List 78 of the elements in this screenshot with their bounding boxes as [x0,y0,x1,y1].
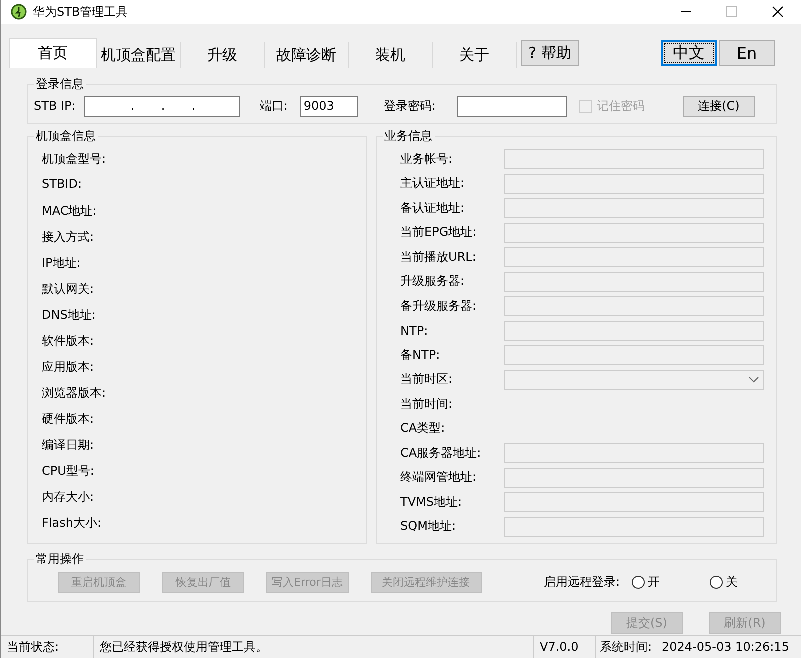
field-label: 备NTP: [400,346,442,364]
field-label: 终端网管地址: [400,469,478,486]
group-title: 机顶盒信息 [34,129,98,143]
ip-address-field[interactable]: . . . [84,96,240,116]
info-label: 机顶盒型号: [42,151,108,168]
tab[interactable]: 机顶盒配置 [97,42,181,68]
readonly-field[interactable] [504,468,764,488]
group-title: 登录信息 [34,77,86,91]
info-label: 内存大小: [42,489,96,506]
readonly-field[interactable] [504,198,764,218]
radio-label: 关 [726,574,738,591]
field-label: 备认证地址: [400,200,466,217]
status-label: 系统时间: [599,638,654,656]
info-label: CPU型号: [42,463,96,480]
status-message: 您已经获得授权使用管理工具。 [94,636,534,658]
group-title: 常用操作 [34,552,86,566]
field-label: 升级服务器: [400,273,466,290]
field-label: 主认证地址: [400,175,466,192]
field-label: TVMS地址: [400,494,464,511]
help-button[interactable]: ? 帮助 [521,40,579,66]
info-label: 编译日期: [42,437,96,454]
field-label: STB IP: [34,99,76,113]
info-label: MAC地址: [42,203,98,220]
info-label: 应用版本: [42,359,96,376]
info-label: 浏览器版本: [42,385,108,402]
tab[interactable]: 首页 [9,38,97,68]
language-button[interactable]: En [719,40,775,66]
info-label: IP地址: [42,255,82,272]
tab[interactable]: 故障诊断 [265,42,349,68]
field-label: 当前EPG地址: [400,224,478,242]
info-label: 默认网关: [42,281,96,298]
radio-button[interactable] [710,576,723,589]
readonly-field[interactable] [504,272,764,292]
field-label: CA服务器地址: [400,444,482,462]
info-label: Flash大小: [42,515,102,532]
field-label: 启用远程登录: [544,574,620,591]
readonly-field[interactable] [504,149,764,170]
field-label: 当前播放URL: [400,248,478,266]
field-label: 当前时间: [400,396,454,413]
field-label: 备升级服务器: [400,298,478,315]
group-title: 业务信息 [382,129,435,143]
info-label: STBID: [42,177,84,193]
readonly-field[interactable] [504,222,764,243]
field-label: 登录密码: [384,98,436,114]
info-label: DNS地址: [42,307,97,324]
checkbox-label: 记住密码 [596,98,645,114]
chevron-down-icon[interactable] [748,376,759,383]
field-label: SQM地址: [400,518,457,536]
readonly-field[interactable] [504,516,764,537]
field-label: NTP: [400,324,430,338]
readonly-field[interactable] [504,492,764,512]
app-logo-icon [11,4,27,20]
password-field[interactable] [456,96,567,116]
readonly-field[interactable] [504,320,764,341]
readonly-field[interactable] [504,247,764,268]
radio-button[interactable] [632,576,645,589]
field-label: 当前时区: [400,371,454,388]
info-label: 软件版本: [42,333,96,350]
version-text: V7.0.0 [534,636,596,658]
connect-button[interactable]: 连接(C) [682,96,755,116]
tab[interactable]: 升级 [181,42,265,68]
readonly-field[interactable] [504,443,764,464]
language-button[interactable]: 中文 [661,40,717,66]
field-label: 业务帐号: [400,150,454,168]
readonly-field[interactable] [504,345,764,366]
field-label: 端口: [260,98,288,114]
info-label: 接入方式: [42,229,96,246]
window-title: 华为STB管理工具 [33,4,128,20]
port-field[interactable]: 9003 [300,96,358,116]
readonly-field[interactable] [504,174,764,194]
tab[interactable]: 装机 [349,42,433,68]
radio-label: 开 [648,574,660,591]
readonly-field[interactable] [504,296,764,316]
tab[interactable]: 关于 [433,42,517,68]
system-time: 2024-05-03 10:26:15 [661,639,790,656]
field-label: CA类型: [400,420,446,438]
info-label: 硬件版本: [42,411,96,428]
status-label: 当前状态: [1,636,94,658]
